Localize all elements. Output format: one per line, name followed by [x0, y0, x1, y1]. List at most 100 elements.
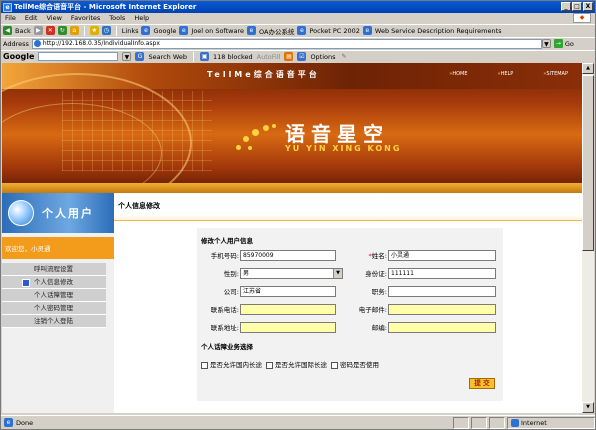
forward-arrow-icon[interactable]: ▶ — [33, 26, 43, 35]
maximize-button[interactable]: □ — [572, 2, 582, 11]
home-icon[interactable]: ⌂ — [69, 26, 79, 35]
menu-view[interactable]: View — [46, 14, 61, 22]
google-dropdown-icon[interactable]: ▼ — [122, 52, 132, 61]
edit-info-form: 修改个人用户信息 手机号码: 85970009 *姓名: 小灵通 性别: 男 ▼… — [197, 228, 503, 401]
check-domestic[interactable]: 是否允许国内长途 — [201, 359, 262, 369]
nav-home-link[interactable]: HOME — [449, 71, 467, 77]
link-oa[interactable]: OA办公系统 — [259, 26, 294, 36]
phone-label: 手机号码: — [210, 252, 239, 260]
services-title: 个人话障业务选择 — [201, 343, 253, 351]
ie-link-icon: e — [297, 26, 307, 35]
security-zone: Internet — [507, 417, 595, 429]
ie-app-icon: e — [3, 2, 12, 12]
checkbox-password[interactable] — [331, 361, 338, 369]
google-search-input[interactable] — [38, 52, 119, 61]
id-card-field[interactable]: 111111 — [388, 268, 496, 279]
email-label: 电子邮件: — [358, 306, 387, 314]
star-dots-icon — [234, 121, 279, 155]
submit-button[interactable]: 提 交 — [469, 378, 495, 389]
nav-help-link[interactable]: HELP — [498, 71, 514, 77]
minimize-button[interactable]: _ — [561, 2, 571, 11]
link-pocketpc[interactable]: Pocket PC 2002 — [309, 27, 359, 35]
popup-blocked-count[interactable]: 118 blocked — [213, 53, 253, 61]
check-password[interactable]: 密码是否使用 — [331, 359, 379, 369]
site-banner: TellMe综合语音平台 HOME HELP SITEMAP 语音星空 YU Y… — [2, 63, 582, 213]
gender-label: 性别: — [223, 270, 239, 278]
address-field[interactable] — [240, 322, 336, 333]
name-field[interactable]: 小灵通 — [388, 250, 496, 261]
refresh-icon[interactable]: ↻ — [57, 26, 67, 35]
page-done-icon: e — [4, 418, 13, 427]
form-row: 公司: 江苏省 职务: — [197, 285, 503, 299]
service-options: 是否允许国内长途 是否允许国际长途 密码是否使用 — [201, 359, 379, 369]
back-button[interactable]: Back — [15, 27, 31, 35]
sidebar: 个人用户 欢迎您，小灵通 呼叫流程设置 个人信息修改 个人话障管理 个人密码管理… — [2, 193, 114, 413]
address-input[interactable]: http://192.168.0.35/IndividualInfo.aspx — [31, 38, 542, 49]
page-title: 个人信息修改 — [114, 193, 582, 221]
nav-sitemap-link[interactable]: SITEMAP — [543, 71, 568, 77]
sidebar-item-edit-info[interactable]: 个人信息修改 — [2, 276, 106, 289]
brand-logo: 语音星空 YU YIN XING KONG — [234, 121, 401, 155]
google-toolbar: Google ▼ G Search Web ▣ 118 blocked Auto… — [1, 50, 595, 62]
zip-field[interactable] — [388, 322, 496, 333]
sidebar-item-call-flow[interactable]: 呼叫流程设置 — [2, 263, 106, 276]
scroll-up-icon[interactable]: ▲ — [582, 63, 594, 74]
check-international[interactable]: 是否允许国际长途 — [266, 359, 327, 369]
history-icon[interactable]: ◷ — [101, 26, 111, 35]
sidebar-item-password[interactable]: 个人密码管理 — [2, 302, 106, 315]
status-cell — [489, 417, 505, 429]
window-title: TellMe综合语音平台 - Microsoft Internet Explor… — [14, 3, 197, 11]
google-news-icon[interactable]: ▤ — [284, 52, 294, 61]
link-joel[interactable]: Joel on Software — [191, 27, 244, 35]
menu-edit[interactable]: Edit — [25, 14, 38, 22]
phone-field[interactable]: 85970009 — [240, 250, 336, 261]
options-icon: ☑ — [297, 52, 307, 61]
search-web-button[interactable]: Search Web — [148, 53, 187, 61]
status-bar: e Done Internet — [1, 415, 595, 429]
position-field[interactable] — [388, 286, 496, 297]
search-web-icon: G — [135, 52, 145, 61]
contact-phone-field[interactable] — [240, 304, 336, 315]
links-label: Links — [121, 26, 139, 35]
close-button[interactable]: X — [583, 2, 593, 11]
google-logo[interactable]: Google — [3, 52, 34, 61]
autofill-button[interactable]: AutoFill — [257, 53, 281, 61]
highlighter-icon[interactable]: ✎ — [340, 52, 349, 61]
form-row: 性别: 男 ▼ 身份证: 111111 — [197, 267, 503, 281]
scroll-thumb[interactable] — [582, 75, 594, 251]
status-cell — [471, 417, 487, 429]
sidebar-item-service-manage[interactable]: 个人话障管理 — [2, 289, 106, 302]
popup-blocker-icon: ▣ — [200, 52, 210, 61]
banner-bottom-strip — [2, 183, 582, 193]
back-arrow-icon[interactable]: ◀ — [3, 26, 12, 35]
menu-help[interactable]: Help — [134, 14, 149, 22]
zip-label: 邮编: — [371, 324, 387, 332]
sidebar-item-logout[interactable]: 注销个人登陆 — [2, 315, 106, 328]
company-field[interactable]: 江苏省 — [240, 286, 336, 297]
sidebar-title: 个人用户 — [42, 207, 94, 220]
vertical-scrollbar[interactable]: ▲ ▼ — [582, 63, 594, 413]
link-google[interactable]: Google — [153, 27, 176, 35]
menu-file[interactable]: File — [5, 14, 16, 22]
email-field[interactable] — [388, 304, 496, 315]
checkbox-international[interactable] — [266, 361, 273, 369]
address-dropdown-icon[interactable]: ▼ — [541, 39, 551, 48]
checkbox-domestic[interactable] — [201, 361, 208, 369]
globe-icon — [511, 419, 519, 427]
address-url: http://192.168.0.35/IndividualInfo.aspx — [42, 40, 160, 47]
address-label: Address — [3, 39, 29, 48]
stop-icon[interactable]: ✕ — [45, 26, 55, 35]
scroll-down-icon[interactable]: ▼ — [582, 402, 594, 413]
menu-favorites[interactable]: Favorites — [71, 14, 100, 22]
chevron-down-icon: ▼ — [333, 269, 342, 278]
go-button[interactable]: → Go — [553, 39, 574, 48]
options-button[interactable]: Options — [310, 53, 335, 61]
browser-window: e TellMe综合语音平台 - Microsoft Internet Expl… — [0, 0, 596, 430]
menu-bar: File Edit View Favorites Tools Help ◆ — [1, 13, 595, 23]
favorites-star-icon[interactable]: ★ — [89, 26, 99, 35]
link-wsdl[interactable]: Web Service Description Requirements — [375, 27, 502, 35]
banner-grid-decoration — [62, 91, 212, 171]
standard-toolbar: ◀ Back ▶ ✕ ↻ ⌂ ★ ◷ Links e Google e Joel… — [1, 24, 595, 36]
menu-tools[interactable]: Tools — [109, 14, 125, 22]
gender-select[interactable]: 男 ▼ — [240, 268, 343, 279]
